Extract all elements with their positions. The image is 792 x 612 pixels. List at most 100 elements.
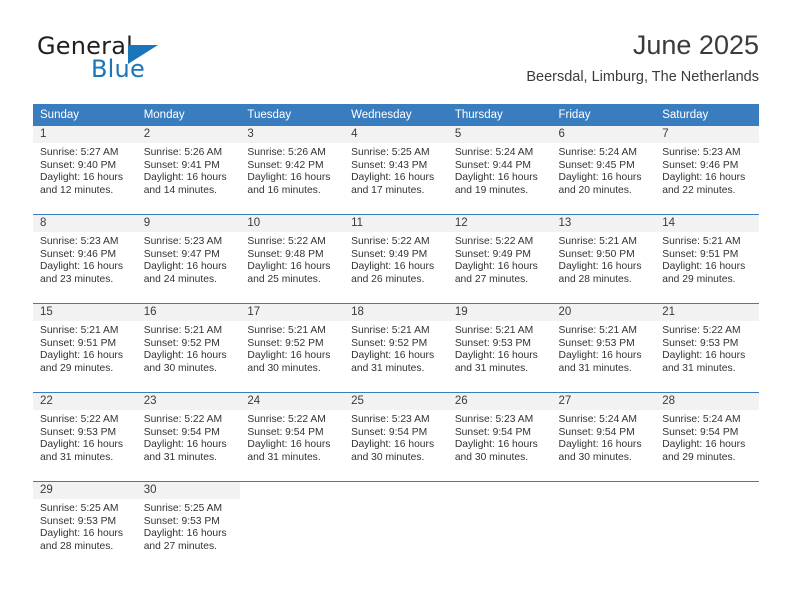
day-number: 22	[40, 395, 53, 407]
brand-logo[interactable]: General Blue	[33, 28, 273, 88]
day-details: Sunrise: 5:21 AM Sunset: 9:53 PM Daylight:…	[448, 321, 552, 375]
daylight-text-line1: Daylight: 16 hours	[662, 350, 746, 362]
calendar-week-row: 15 Sunrise: 5:21 AM Sunset: 9:51 PM Dayligh…	[33, 303, 759, 393]
day-number-strip: 8	[33, 215, 137, 232]
calendar-day-cell[interactable]: 10 Sunrise: 5:22 AM Sunset: 9:48 PM Dayligh…	[240, 214, 345, 304]
day-cell-inner: 28 Sunrise: 5:24 AM Sunset: 9:54 PM Dayligh…	[655, 393, 759, 481]
day-number: 12	[454, 217, 468, 229]
daylight-text-line2: and 31 minutes.	[247, 451, 321, 463]
sunrise-text: Sunrise: 5:21 AM	[662, 236, 741, 247]
day-number-strip: 25	[344, 393, 448, 410]
day-number-strip: 17	[240, 304, 345, 321]
day-cell-inner: 30 Sunrise: 5:25 AM Sunset: 9:53 PM Dayligh…	[136, 482, 241, 570]
sunrise-text: Sunrise: 5:22 AM	[454, 236, 534, 247]
calendar-day-cell[interactable]: 29 Sunrise: 5:25 AM Sunset: 9:53 PM Dayligh…	[33, 481, 137, 570]
calendar-day-cell[interactable]: 27 Sunrise: 5:24 AM Sunset: 9:54 PM Dayligh…	[551, 392, 656, 482]
day-number-strip	[552, 482, 656, 499]
sunrise-text: Sunrise: 5:23 AM	[454, 414, 534, 425]
day-details: Sunrise: 5:22 AM Sunset: 9:53 PM Daylight:…	[655, 321, 759, 375]
day-number: 24	[247, 395, 261, 407]
day-number-strip: 10	[240, 215, 345, 232]
calendar-day-cell[interactable]: 12 Sunrise: 5:22 AM Sunset: 9:49 PM Dayligh…	[447, 214, 552, 304]
day-cell-inner: 8 Sunrise: 5:23 AM Sunset: 9:46 PM Daylight…	[33, 215, 137, 303]
daylight-text-line2: and 17 minutes.	[351, 184, 425, 196]
calendar-day-cell[interactable]: 15 Sunrise: 5:21 AM Sunset: 9:51 PM Dayligh…	[33, 303, 137, 393]
day-number: 5	[454, 128, 462, 140]
calendar-day-cell[interactable]: 9 Sunrise: 5:23 AM Sunset: 9:47 PM Daylight…	[136, 214, 241, 304]
calendar-day-cell[interactable]: 20 Sunrise: 5:21 AM Sunset: 9:53 PM Dayligh…	[551, 303, 656, 393]
calendar-day-cell[interactable]: 5 Sunrise: 5:24 AM Sunset: 9:44 PM Daylight…	[447, 125, 552, 215]
daylight-text-line2: and 29 minutes.	[662, 451, 736, 463]
sunset-text: Sunset: 9:41 PM	[143, 159, 220, 171]
daylight-text-line2: and 29 minutes.	[40, 362, 114, 374]
calendar-day-cell[interactable]: 8 Sunrise: 5:23 AM Sunset: 9:46 PM Daylight…	[33, 214, 137, 304]
day-number-strip: 30	[136, 482, 241, 499]
day-cell-inner: 29 Sunrise: 5:25 AM Sunset: 9:53 PM Dayligh…	[33, 482, 137, 570]
brand-name-blue: Blue	[91, 55, 145, 83]
day-number-strip: 9	[136, 215, 241, 232]
daylight-text-line1: Daylight: 16 hours	[662, 172, 746, 184]
sunset-text: Sunset: 9:54 PM	[662, 426, 739, 438]
day-details: Sunrise: 5:21 AM Sunset: 9:51 PM Daylight:…	[33, 321, 137, 375]
day-number-strip: 1	[33, 126, 137, 143]
calendar-day-cell[interactable]: 24 Sunrise: 5:22 AM Sunset: 9:54 PM Dayligh…	[240, 392, 345, 482]
calendar-day-cell[interactable]: 14 Sunrise: 5:21 AM Sunset: 9:51 PM Dayligh…	[655, 214, 759, 304]
day-number: 15	[40, 306, 53, 318]
day-cell-inner	[240, 482, 344, 570]
day-details: Sunrise: 5:22 AM Sunset: 9:53 PM Daylight:…	[33, 410, 137, 464]
calendar-day-cell-empty	[447, 481, 552, 570]
calendar-day-cell[interactable]: 30 Sunrise: 5:25 AM Sunset: 9:53 PM Dayligh…	[136, 481, 241, 570]
daylight-text-line2: and 30 minutes.	[558, 451, 632, 463]
calendar-day-cell[interactable]: 4 Sunrise: 5:25 AM Sunset: 9:43 PM Daylight…	[344, 125, 448, 215]
day-cell-inner	[344, 482, 448, 570]
sunrise-text: Sunrise: 5:22 AM	[143, 414, 223, 425]
calendar-day-cell[interactable]: 19 Sunrise: 5:21 AM Sunset: 9:53 PM Dayligh…	[447, 303, 552, 393]
sunset-text: Sunset: 9:53 PM	[40, 426, 117, 438]
calendar-day-cell[interactable]: 11 Sunrise: 5:22 AM Sunset: 9:49 PM Dayligh…	[344, 214, 448, 304]
calendar-week-row: 22 Sunrise: 5:22 AM Sunset: 9:53 PM Dayligh…	[33, 392, 759, 482]
calendar-day-cell[interactable]: 26 Sunrise: 5:23 AM Sunset: 9:54 PM Dayligh…	[447, 392, 552, 482]
day-number: 20	[558, 306, 572, 318]
day-number: 28	[662, 395, 676, 407]
day-number: 11	[351, 217, 364, 229]
calendar-day-cell[interactable]: 23 Sunrise: 5:22 AM Sunset: 9:54 PM Dayligh…	[136, 392, 241, 482]
calendar-day-cell[interactable]: 3 Sunrise: 5:26 AM Sunset: 9:42 PM Daylight…	[240, 125, 345, 215]
calendar-day-cell[interactable]: 6 Sunrise: 5:24 AM Sunset: 9:45 PM Daylight…	[551, 125, 656, 215]
calendar-day-cell[interactable]: 17 Sunrise: 5:21 AM Sunset: 9:52 PM Dayligh…	[240, 303, 345, 393]
calendar-day-cell[interactable]: 13 Sunrise: 5:21 AM Sunset: 9:50 PM Dayligh…	[551, 214, 656, 304]
calendar-day-cell[interactable]: 25 Sunrise: 5:23 AM Sunset: 9:54 PM Dayligh…	[344, 392, 448, 482]
calendar-day-cell[interactable]: 7 Sunrise: 5:23 AM Sunset: 9:46 PM Daylight…	[655, 125, 759, 215]
day-details	[344, 499, 448, 503]
calendar-day-cell[interactable]: 16 Sunrise: 5:21 AM Sunset: 9:52 PM Dayligh…	[136, 303, 241, 393]
calendar-day-cell[interactable]: 22 Sunrise: 5:22 AM Sunset: 9:53 PM Dayligh…	[33, 392, 137, 482]
sunset-text: Sunset: 9:52 PM	[143, 337, 220, 349]
calendar-day-cell[interactable]: 28 Sunrise: 5:24 AM Sunset: 9:54 PM Dayligh…	[655, 392, 759, 482]
weekday-header-friday: Friday	[551, 104, 656, 126]
sunrise-text: Sunrise: 5:22 AM	[351, 236, 430, 247]
day-number: 8	[40, 217, 47, 229]
calendar-day-cell[interactable]: 18 Sunrise: 5:21 AM Sunset: 9:52 PM Dayligh…	[344, 303, 448, 393]
daylight-text-line1: Daylight: 16 hours	[351, 439, 435, 451]
daylight-text-line1: Daylight: 16 hours	[247, 439, 331, 451]
day-cell-inner	[448, 482, 552, 570]
day-cell-inner: 10 Sunrise: 5:22 AM Sunset: 9:48 PM Dayligh…	[240, 215, 345, 303]
day-cell-inner: 17 Sunrise: 5:21 AM Sunset: 9:52 PM Dayligh…	[240, 304, 345, 392]
daylight-text-line1: Daylight: 16 hours	[558, 261, 642, 273]
calendar-day-cell[interactable]: 1 Sunrise: 5:27 AM Sunset: 9:40 PM Daylight…	[33, 125, 137, 215]
day-number-strip	[448, 482, 552, 499]
location-subtitle: Beersdal, Limburg, The Netherlands	[526, 69, 759, 85]
sunrise-text: Sunrise: 5:26 AM	[247, 147, 326, 158]
daylight-text-line1: Daylight: 16 hours	[558, 172, 642, 184]
calendar-day-cell[interactable]: 2 Sunrise: 5:26 AM Sunset: 9:41 PM Daylight…	[136, 125, 241, 215]
daylight-text-line1: Daylight: 16 hours	[558, 439, 642, 451]
day-details: Sunrise: 5:23 AM Sunset: 9:47 PM Daylight:…	[137, 232, 241, 286]
calendar-day-cell[interactable]: 21 Sunrise: 5:22 AM Sunset: 9:53 PM Dayligh…	[655, 303, 759, 393]
weekday-header-wednesday: Wednesday	[344, 104, 448, 126]
day-cell-inner: 18 Sunrise: 5:21 AM Sunset: 9:52 PM Dayligh…	[344, 304, 448, 392]
sunset-text: Sunset: 9:46 PM	[40, 248, 117, 260]
day-details: Sunrise: 5:23 AM Sunset: 9:46 PM Daylight:…	[33, 232, 137, 286]
daylight-text-line1: Daylight: 16 hours	[247, 261, 331, 273]
sunset-text: Sunset: 9:54 PM	[247, 426, 324, 438]
day-number: 21	[662, 306, 676, 318]
calendar-header-row: Sunday Monday Tuesday Wednesday Thursday…	[33, 104, 759, 126]
